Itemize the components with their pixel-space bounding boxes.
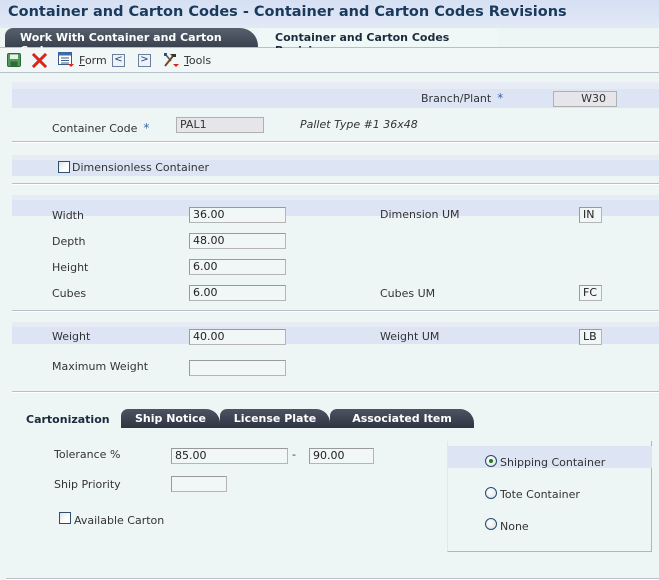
chevron-right-icon: >: [138, 53, 151, 67]
none-label: None: [500, 520, 529, 533]
container-description: Pallet Type #1 36x48: [300, 118, 418, 131]
next-record-button[interactable]: >: [138, 52, 151, 68]
tote-container-radio[interactable]: [485, 487, 497, 499]
weight-um-field[interactable]: LB: [579, 329, 602, 345]
cubes-um-label: Cubes UM: [380, 287, 436, 300]
weight-field[interactable]: 40.00: [189, 329, 286, 345]
dimension-um-field[interactable]: IN: [579, 207, 602, 223]
window-title: Container and Carton Codes - Container a…: [8, 4, 567, 20]
shipping-container-radio[interactable]: [485, 455, 497, 467]
section-band: [12, 327, 659, 344]
previous-record-button[interactable]: <: [112, 52, 125, 68]
close-icon: [32, 52, 47, 68]
subtab-ship-notice[interactable]: Ship Notice: [121, 409, 220, 428]
tab-work-with-container-codes[interactable]: Work With Container and Carton Codes: [5, 28, 258, 57]
dimensionless-container-label: Dimensionless Container: [72, 161, 210, 174]
section-band: [12, 200, 659, 216]
depth-label: Depth: [52, 235, 86, 248]
chevron-left-icon: <: [112, 53, 125, 67]
subtab-license-plate[interactable]: License Plate: [220, 409, 330, 428]
maximum-weight-field[interactable]: [189, 360, 286, 376]
available-carton-checkbox[interactable]: [59, 512, 71, 524]
height-label: Height: [52, 261, 89, 274]
available-carton-label: Available Carton: [74, 514, 165, 527]
dimension-um-label: Dimension UM: [380, 208, 460, 221]
required-asterisk-icon: *: [143, 121, 150, 135]
cubes-um-field[interactable]: FC: [579, 285, 602, 301]
depth-field[interactable]: 48.00: [189, 233, 286, 249]
form-menu-button[interactable]: Form: [58, 52, 107, 68]
tolerance-separator: -: [292, 448, 296, 461]
ship-priority-field[interactable]: [171, 476, 227, 492]
tools-menu-label: Tools: [184, 53, 212, 67]
tolerance-to-field[interactable]: 90.00: [309, 448, 374, 464]
weight-label: Weight: [52, 330, 91, 343]
subtab-cartonization[interactable]: Cartonization: [26, 413, 110, 426]
form-tab-row: Work With Container and Carton Codes Con…: [0, 28, 659, 57]
subtab-associated-item[interactable]: Associated Item: [330, 409, 474, 428]
tools-hammer-icon: [164, 53, 179, 67]
width-field[interactable]: 36.00: [189, 207, 286, 223]
cancel-button[interactable]: [32, 52, 47, 68]
dimensionless-container-checkbox[interactable]: [58, 161, 70, 173]
tools-menu-button[interactable]: Tools: [163, 52, 211, 68]
tote-container-label: Tote Container: [500, 488, 580, 501]
save-button[interactable]: [7, 52, 21, 68]
form-list-icon: [58, 52, 74, 67]
required-asterisk-icon: *: [497, 91, 504, 105]
divider: [12, 310, 659, 312]
shipping-container-label: Shipping Container: [500, 456, 606, 469]
tab-container-codes-revisions[interactable]: Container and Carton Codes Revisions: [258, 28, 498, 57]
width-label: Width: [52, 209, 84, 222]
divider: [12, 141, 659, 143]
container-code-field[interactable]: PAL1: [176, 117, 264, 133]
toolbar: Form < > Tools: [0, 48, 659, 73]
none-radio[interactable]: [485, 518, 497, 530]
maximum-weight-label: Maximum Weight: [52, 360, 149, 373]
floppy-disk-icon: [7, 53, 21, 67]
weight-um-label: Weight UM: [380, 330, 440, 343]
branch-plant-label: Branch/Plant *: [421, 91, 504, 105]
divider: [12, 391, 659, 393]
cubes-field[interactable]: 6.00: [189, 285, 286, 301]
section-band: [12, 82, 659, 89]
height-field[interactable]: 6.00: [189, 259, 286, 275]
form-menu-label: Form: [79, 53, 107, 67]
cubes-label: Cubes: [52, 287, 87, 300]
title-bar: Container and Carton Codes - Container a…: [0, 0, 659, 28]
ship-priority-label: Ship Priority: [54, 478, 121, 491]
branch-plant-field[interactable]: W30: [553, 91, 617, 107]
tolerance-from-field[interactable]: 85.00: [171, 448, 288, 464]
tolerance-label: Tolerance %: [54, 448, 121, 461]
container-code-label: Container Code *: [52, 121, 150, 135]
divider: [12, 183, 659, 185]
